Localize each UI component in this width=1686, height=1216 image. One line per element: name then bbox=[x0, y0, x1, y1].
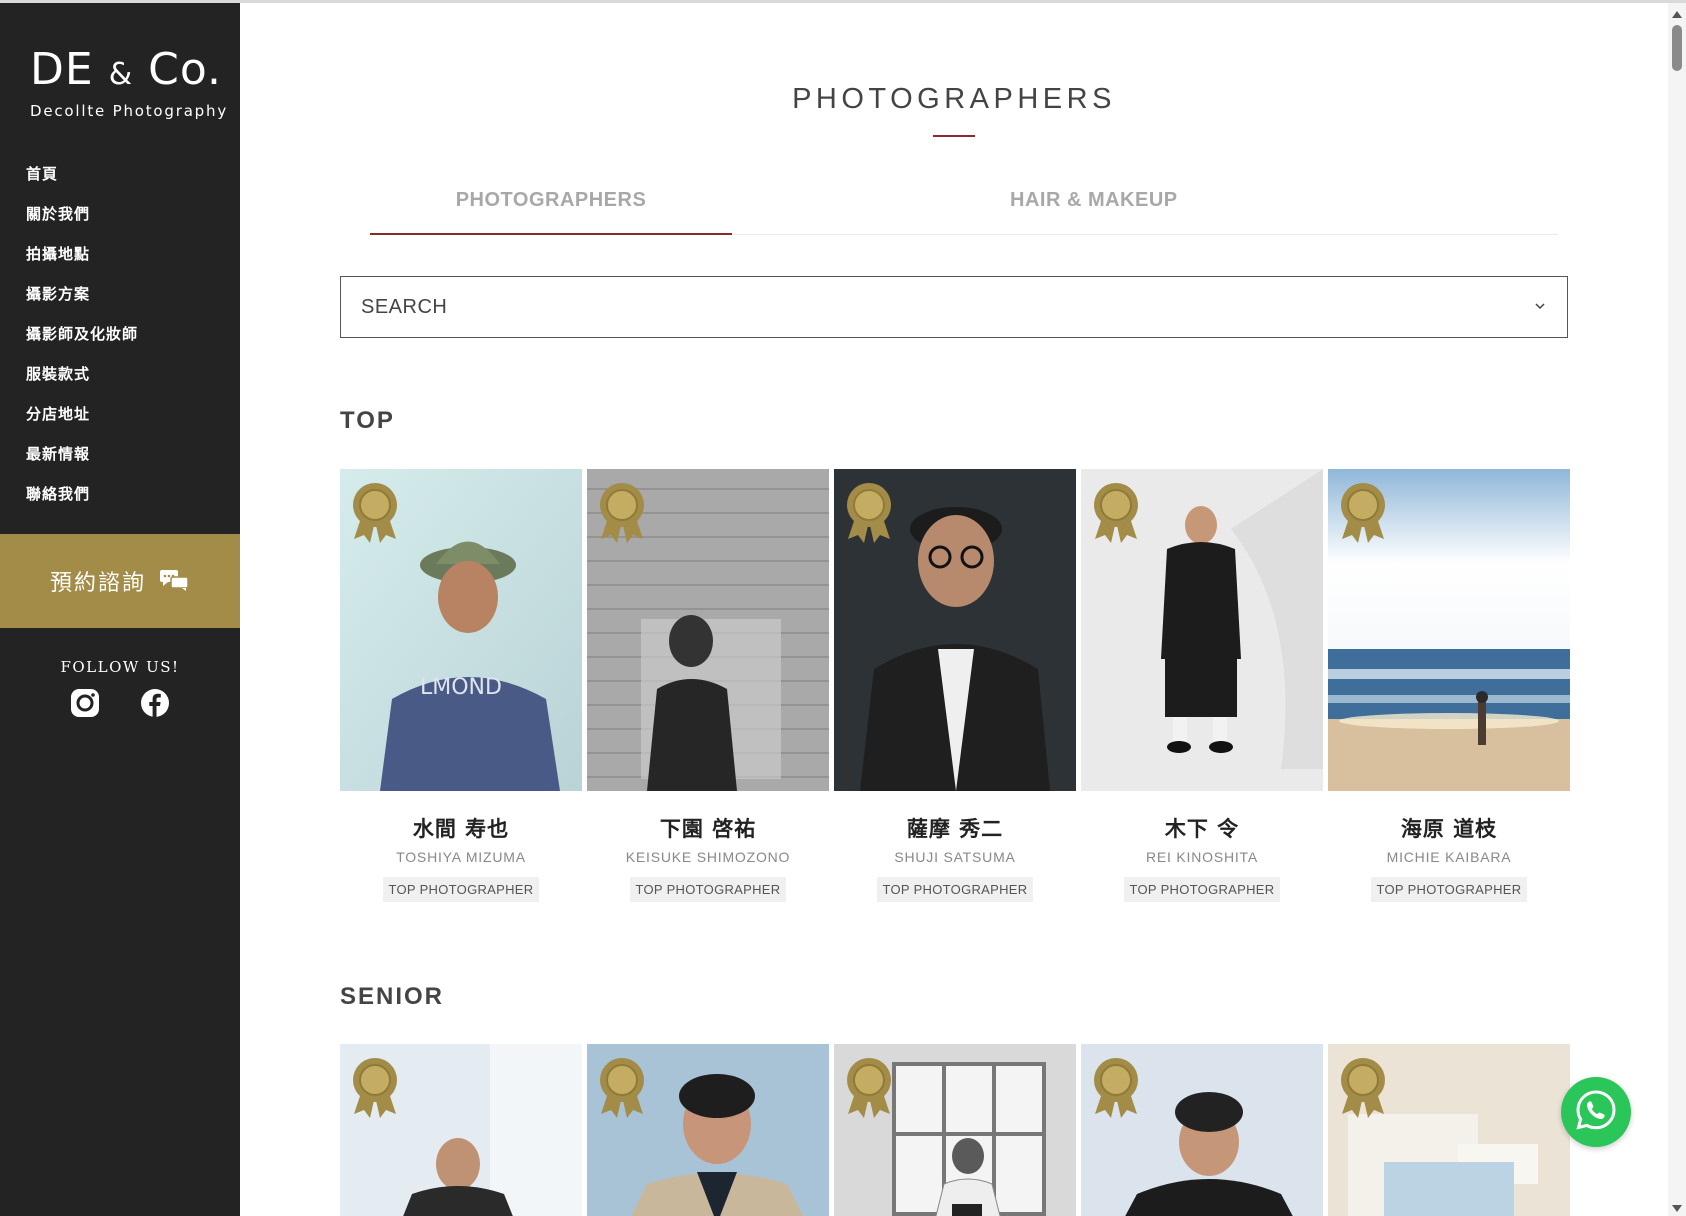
scroll-thumb[interactable] bbox=[1672, 25, 1682, 71]
photographer-name-en: MICHIE KAIBARA bbox=[1386, 849, 1512, 865]
rank-badge: TOP PHOTOGRAPHER bbox=[876, 877, 1034, 902]
photographer-card[interactable] bbox=[1081, 1044, 1323, 1216]
main-content: PHOTOGRAPHERS PHOTOGRAPHERS HAIR & MAKEU… bbox=[240, 3, 1668, 1216]
photographer-name-en: KEISUKE SHIMOZONO bbox=[625, 849, 791, 865]
photographer-name-jp: 薩摩 秀二 bbox=[906, 817, 1004, 841]
photographer-card[interactable] bbox=[1328, 1044, 1570, 1216]
photographer-photo bbox=[340, 1044, 582, 1216]
chevron-down-icon bbox=[1533, 299, 1547, 313]
photographer-name-jp: 海原 道枝 bbox=[1400, 817, 1498, 841]
follow-title: FOLLOW US! bbox=[60, 658, 180, 676]
rank-badge: TOP PHOTOGRAPHER bbox=[1123, 877, 1281, 902]
photographer-card[interactable]: 木下 令 REI KINOSHITA TOP PHOTOGRAPHER bbox=[1081, 469, 1323, 902]
tab-bar: PHOTOGRAPHERS HAIR & MAKEUP bbox=[240, 189, 1668, 235]
title-underline bbox=[933, 135, 975, 137]
scrollbar[interactable] bbox=[1668, 3, 1686, 1216]
scroll-up-arrow-icon[interactable] bbox=[1672, 11, 1682, 18]
photographer-card[interactable] bbox=[834, 1044, 1076, 1216]
photographer-name-jp: 木下 令 bbox=[1164, 817, 1240, 841]
logo-main: DE & Co. bbox=[30, 44, 222, 95]
follow-section: FOLLOW US! bbox=[0, 658, 240, 718]
page: DE & Co. Decollte Photography 首頁 關於我們 拍攝… bbox=[0, 0, 1686, 1216]
photographer-photo bbox=[834, 469, 1076, 791]
photographer-name-en: REI KINOSHITA bbox=[1145, 849, 1259, 865]
search-placeholder: SEARCH bbox=[361, 295, 448, 318]
photographer-photo bbox=[834, 1044, 1076, 1216]
photographer-photo bbox=[1081, 1044, 1323, 1216]
nav-item-costumes[interactable]: 服裝款式 bbox=[26, 361, 138, 401]
social-links bbox=[0, 688, 240, 718]
section-title-top: TOP bbox=[340, 407, 395, 434]
photographer-photo bbox=[1081, 469, 1323, 791]
nav-item-home[interactable]: 首頁 bbox=[26, 161, 138, 201]
search-dropdown[interactable]: SEARCH bbox=[340, 276, 1568, 338]
photographer-card[interactable]: LMOND 水間 寿也 TOSHIYA MIZUMA TOP PHOTOGRAP… bbox=[340, 469, 582, 902]
nav-item-plans[interactable]: 攝影方案 bbox=[26, 281, 138, 321]
photographer-card[interactable]: 下園 啓祐 KEISUKE SHIMOZONO TOP PHOTOGRAPHER bbox=[587, 469, 829, 902]
booking-label: 預約諮詢 bbox=[49, 571, 146, 596]
page-title: PHOTOGRAPHERS bbox=[792, 83, 1116, 115]
photographer-photo bbox=[1328, 1044, 1570, 1216]
award-medal-icon bbox=[597, 481, 647, 545]
nav-item-branches[interactable]: 分店地址 bbox=[26, 401, 138, 441]
award-medal-icon bbox=[1091, 481, 1141, 545]
award-medal-icon bbox=[844, 481, 894, 545]
award-medal-icon bbox=[597, 1056, 647, 1120]
award-medal-icon bbox=[1338, 481, 1388, 545]
photographer-photo: LMOND bbox=[340, 469, 582, 791]
top-photographers-grid: LMOND 水間 寿也 TOSHIYA MIZUMA TOP PHOTOGRAP… bbox=[340, 469, 1570, 902]
whatsapp-button[interactable] bbox=[1561, 1077, 1631, 1147]
rank-badge: TOP PHOTOGRAPHER bbox=[629, 877, 787, 902]
photographer-photo bbox=[1328, 469, 1570, 791]
whatsapp-icon bbox=[1574, 1088, 1618, 1137]
sidebar-nav: 首頁 關於我們 拍攝地點 攝影方案 攝影師及化妝師 服裝款式 分店地址 最新情報… bbox=[26, 161, 138, 521]
photographer-card[interactable]: 薩摩 秀二 SHUJI SATSUMA TOP PHOTOGRAPHER bbox=[834, 469, 1076, 902]
nav-item-news[interactable]: 最新情報 bbox=[26, 441, 138, 481]
logo-subtitle: Decollte Photography bbox=[30, 102, 228, 120]
photographer-photo bbox=[587, 1044, 829, 1216]
photographer-name-en: TOSHIYA MIZUMA bbox=[396, 849, 526, 865]
photographer-name-en: SHUJI SATSUMA bbox=[894, 849, 1016, 865]
rank-badge: TOP PHOTOGRAPHER bbox=[1370, 877, 1528, 902]
nav-item-photographers[interactable]: 攝影師及化妝師 bbox=[26, 321, 138, 361]
instagram-icon[interactable] bbox=[70, 688, 100, 718]
booking-button[interactable]: 預約諮詢 bbox=[0, 534, 240, 628]
photographer-name-jp: 水間 寿也 bbox=[412, 817, 510, 841]
photographer-card[interactable] bbox=[340, 1044, 582, 1216]
photographer-card[interactable]: 海原 道枝 MICHIE KAIBARA TOP PHOTOGRAPHER bbox=[1328, 469, 1570, 902]
facebook-icon[interactable] bbox=[140, 688, 170, 718]
award-medal-icon bbox=[350, 481, 400, 545]
award-medal-icon bbox=[350, 1056, 400, 1120]
photographer-photo bbox=[587, 469, 829, 791]
rank-badge: TOP PHOTOGRAPHER bbox=[382, 877, 540, 902]
section-title-senior: SENIOR bbox=[340, 983, 445, 1010]
nav-item-contact[interactable]: 聯絡我們 bbox=[26, 481, 138, 521]
nav-item-locations[interactable]: 拍攝地點 bbox=[26, 241, 138, 281]
tab-photographers[interactable]: PHOTOGRAPHERS bbox=[370, 189, 732, 235]
award-medal-icon bbox=[844, 1056, 894, 1120]
tab-hair-makeup[interactable]: HAIR & MAKEUP bbox=[1010, 189, 1380, 235]
award-medal-icon bbox=[1091, 1056, 1141, 1120]
award-medal-icon bbox=[1338, 1056, 1388, 1120]
sidebar: DE & Co. Decollte Photography 首頁 關於我們 拍攝… bbox=[0, 3, 240, 1216]
photographer-card[interactable] bbox=[587, 1044, 829, 1216]
photographer-name-jp: 下園 啓祐 bbox=[659, 817, 757, 841]
nav-item-about[interactable]: 關於我們 bbox=[26, 201, 138, 241]
senior-photographers-grid bbox=[340, 1044, 1570, 1216]
scroll-down-arrow-icon[interactable] bbox=[1672, 1205, 1682, 1212]
svg-text:LMOND: LMOND bbox=[420, 675, 502, 700]
chat-bubbles-icon bbox=[160, 570, 190, 592]
logo[interactable]: DE & Co. Decollte Photography bbox=[30, 44, 228, 121]
